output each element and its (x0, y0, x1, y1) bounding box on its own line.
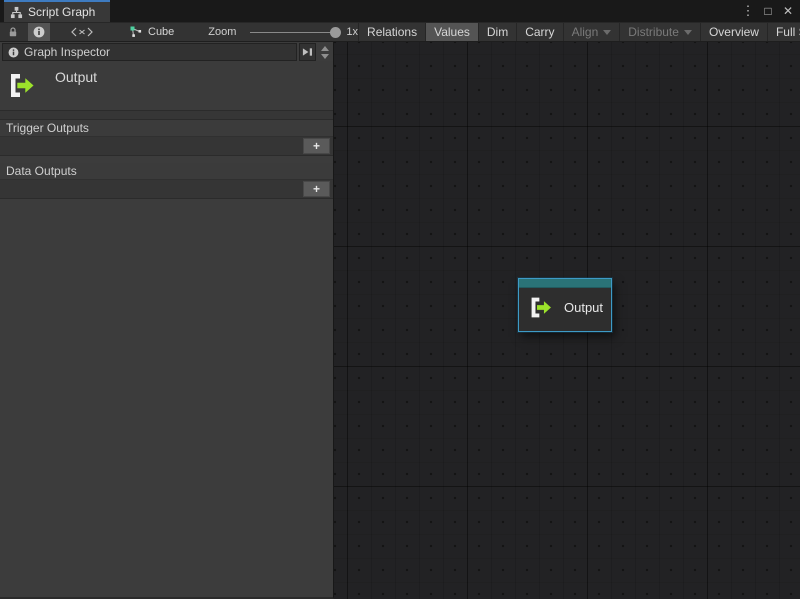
graph-canvas[interactable]: Output (334, 42, 800, 599)
data-outputs-header: Data Outputs (0, 163, 333, 180)
output-unit-icon (8, 71, 37, 100)
graph-inspector-title-box: Graph Inspector (2, 43, 297, 61)
data-outputs-list: + (0, 180, 333, 199)
unit-preview: Output (0, 61, 333, 111)
carry-button[interactable]: Carry (517, 23, 563, 41)
trigger-outputs-list: + (0, 137, 333, 156)
values-label: Values (434, 25, 470, 39)
output-node-body: Output (519, 288, 611, 320)
output-node[interactable]: Output (518, 278, 612, 332)
graph-toolbar: Cube Zoom 1x Relations Values Dim Carry (0, 22, 800, 42)
add-trigger-output-button[interactable]: + (303, 138, 330, 154)
dim-button[interactable]: Dim (479, 23, 517, 41)
graph-inspector-header: Graph Inspector (0, 42, 333, 61)
align-button[interactable]: Align (564, 23, 621, 41)
maximize-icon[interactable]: □ (760, 3, 776, 19)
panel-steppers (318, 43, 331, 61)
chevron-down-icon (684, 30, 692, 35)
window-controls: ⋮ □ ✕ (740, 0, 800, 22)
overview-label: Overview (709, 25, 759, 39)
scroll-down-icon[interactable] (321, 54, 329, 59)
relations-button[interactable]: Relations (359, 23, 426, 41)
values-button[interactable]: Values (426, 23, 479, 41)
close-icon[interactable]: ✕ (780, 3, 796, 19)
zoom-label: Zoom (208, 26, 236, 38)
fullscreen-label: Full Screen (776, 25, 800, 39)
info-icon (8, 47, 19, 58)
carry-label: Carry (525, 25, 554, 39)
zoom-value: 1x (346, 26, 358, 38)
add-data-output-button[interactable]: + (303, 181, 330, 197)
tab-title: Script Graph (28, 5, 95, 19)
distribute-label: Distribute (628, 25, 679, 39)
dim-label: Dim (487, 25, 508, 39)
main-area: Graph Inspector (0, 42, 800, 599)
output-node-header[interactable] (519, 279, 611, 288)
dock-sidebar-button[interactable] (299, 43, 316, 61)
overview-button[interactable]: Overview (701, 23, 768, 41)
code-icon (71, 27, 93, 37)
section-gap (0, 156, 333, 163)
zoom-control: Zoom 1x (208, 23, 358, 41)
align-label: Align (572, 25, 599, 39)
script-graph-window: Script Graph ⋮ □ ✕ (0, 0, 800, 599)
output-unit-icon (529, 295, 554, 320)
window-menu-icon[interactable]: ⋮ (740, 3, 756, 19)
graph-node-icon (130, 26, 143, 38)
lock-icon (7, 26, 19, 38)
trigger-outputs-header: Trigger Outputs (0, 120, 333, 137)
graph-target-label: Cube (148, 26, 174, 38)
info-icon (33, 26, 45, 38)
distribute-button[interactable]: Distribute (620, 23, 701, 41)
lock-button[interactable] (2, 23, 24, 41)
script-graph-icon (10, 6, 23, 19)
graph-inspector-panel: Graph Inspector (0, 42, 334, 599)
output-node-title: Output (564, 300, 603, 315)
tab-bar: Script Graph ⋮ □ ✕ (0, 0, 800, 22)
graph-target[interactable]: Cube (130, 23, 174, 41)
fullscreen-button[interactable]: Full Screen (768, 23, 800, 41)
tab-script-graph[interactable]: Script Graph (4, 0, 110, 22)
scroll-up-icon[interactable] (321, 46, 329, 51)
zoom-slider[interactable] (250, 32, 336, 33)
preview-code-button[interactable] (66, 23, 98, 41)
graph-inspector-title: Graph Inspector (24, 45, 110, 59)
unit-name: Output (55, 69, 97, 85)
panel-divider (0, 111, 333, 120)
chevron-down-icon (603, 30, 611, 35)
relations-label: Relations (367, 25, 417, 39)
inspector-toggle-button[interactable] (28, 23, 50, 41)
dock-icon (302, 47, 313, 57)
inspector-empty-space (0, 199, 333, 597)
zoom-slider-handle[interactable] (330, 27, 341, 38)
toolbar-buttons: Relations Values Dim Carry Align Distrib… (358, 23, 800, 41)
